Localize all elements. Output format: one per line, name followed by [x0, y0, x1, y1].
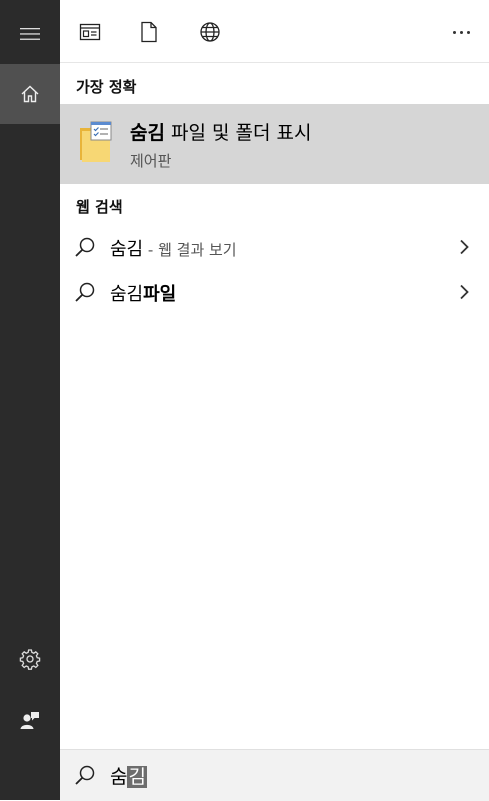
globe-icon	[200, 22, 220, 42]
best-match-result[interactable]: 숨김 파일 및 폴더 표시 제어판	[60, 104, 489, 184]
search-icon	[75, 237, 95, 257]
web-result-row[interactable]: 숨김 - 웹 결과 보기	[60, 225, 489, 269]
web-filter-button[interactable]	[192, 14, 228, 50]
best-match-title-rest: 파일 및 폴더 표시	[164, 122, 312, 144]
search-selected-text: 김	[127, 766, 147, 788]
best-match-title: 숨김 파일 및 폴더 표시	[130, 118, 312, 145]
web-result-query-bold: 파일	[143, 284, 177, 305]
chevron-right-icon	[460, 284, 469, 300]
account-button[interactable]	[0, 690, 60, 750]
filter-toolbar	[60, 0, 489, 63]
web-result-query: 숨김	[110, 284, 144, 305]
best-match-title-bold: 숨김	[130, 122, 165, 144]
search-icon	[75, 282, 95, 302]
best-match-heading: 가장 정확	[76, 78, 137, 96]
gear-icon	[19, 649, 41, 670]
chevron-right-icon	[460, 239, 469, 255]
user-feedback-icon	[20, 712, 39, 729]
home-icon	[21, 85, 39, 103]
more-options-button[interactable]	[443, 20, 479, 44]
web-result-text: 숨김파일	[110, 280, 176, 306]
web-result-hint: - 웹 결과 보기	[143, 241, 237, 259]
documents-filter-button[interactable]	[131, 14, 167, 50]
search-box[interactable]: 숨김	[60, 749, 489, 801]
hamburger-menu-button[interactable]	[0, 4, 60, 64]
best-match-subtitle: 제어판	[130, 152, 172, 170]
folder-options-icon	[80, 121, 112, 162]
search-icon	[75, 765, 95, 785]
web-result-text: 숨김 - 웹 결과 보기	[110, 235, 237, 261]
web-result-query: 숨김	[110, 239, 144, 260]
search-panel: 가장 정확 숨김 파일 및 폴더 표시 제어판 웹 검색 숨김 - 웹 결과 보…	[60, 0, 489, 801]
web-result-row[interactable]: 숨김파일	[60, 270, 489, 314]
search-typed-text: 숨	[110, 766, 128, 788]
web-search-heading: 웹 검색	[76, 198, 123, 216]
document-icon	[141, 21, 157, 43]
home-button[interactable]	[0, 64, 60, 124]
settings-button[interactable]	[0, 629, 60, 689]
search-input[interactable]: 숨김	[110, 762, 147, 789]
apps-filter-button[interactable]	[72, 14, 108, 50]
left-rail	[0, 0, 60, 800]
hamburger-icon	[20, 28, 40, 40]
more-icon	[452, 30, 456, 34]
app-window-icon	[79, 23, 101, 41]
